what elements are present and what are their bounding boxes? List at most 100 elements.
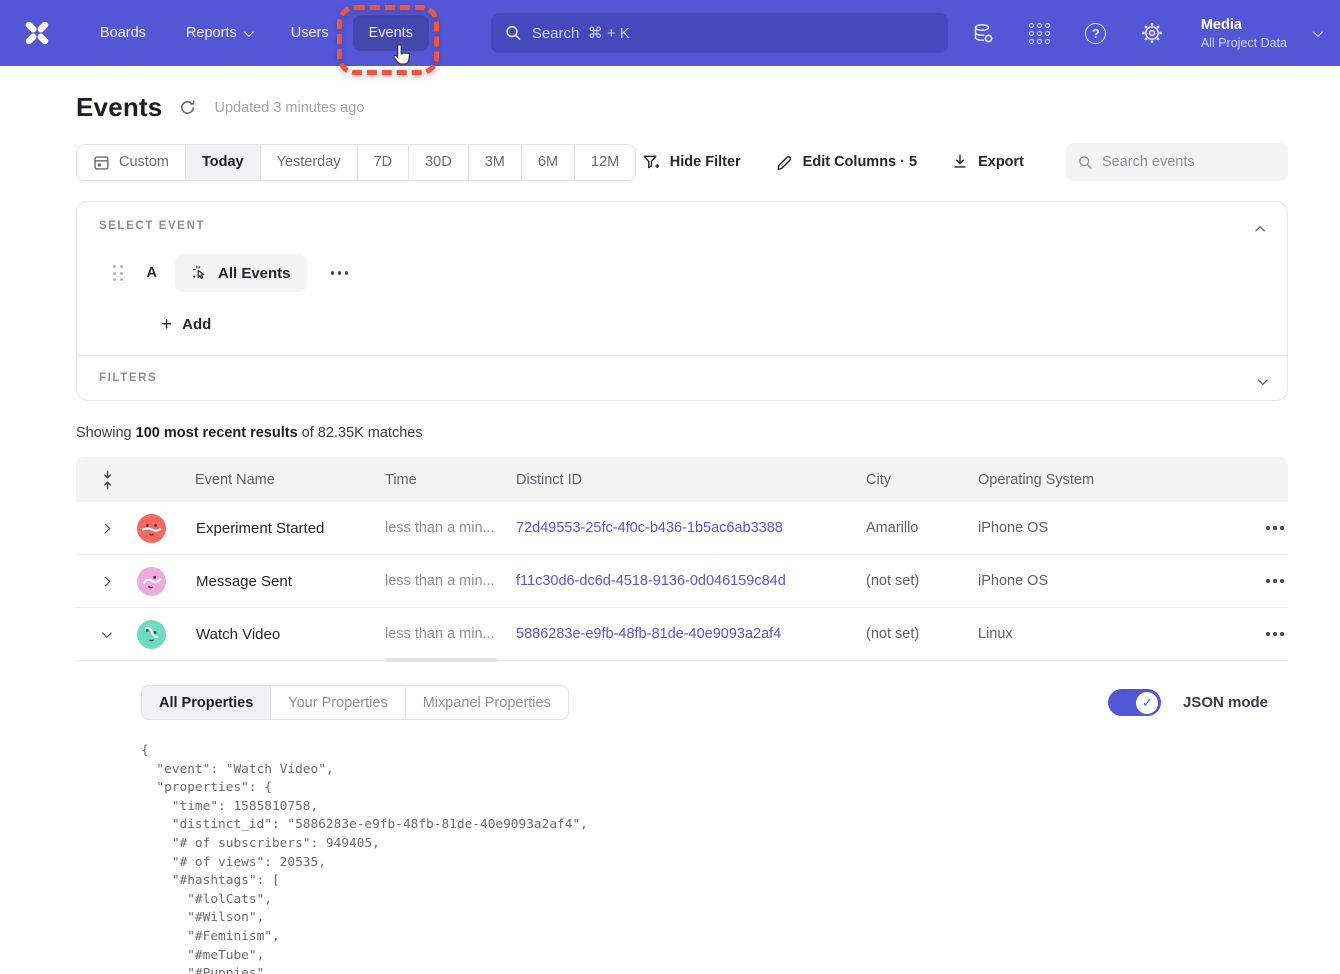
collapse-section-button[interactable] [1258, 220, 1265, 238]
expand-filters-button[interactable] [1258, 372, 1265, 390]
event-city: Amarillo [866, 520, 978, 536]
last-updated-text: Updated 3 minutes ago [214, 100, 364, 116]
distinct-id-link[interactable]: f11c30d6-dc6d-4518-9136-0d046159c84d [516, 573, 786, 589]
plus-icon: + [161, 318, 172, 332]
distinct-id-link[interactable]: 5886283e-e9fb-48fb-81de-40e9093a2af4 [516, 626, 781, 642]
row-menu-button[interactable] [1260, 520, 1290, 536]
event-row-letter: A [147, 265, 157, 281]
hide-filter-button[interactable]: Hide Filter [642, 153, 741, 172]
properties-tabs: All Properties Your Properties Mixpanel … [141, 685, 569, 720]
event-os: iPhone OS [978, 520, 1172, 536]
row-menu-button[interactable] [1260, 626, 1290, 642]
table-row: Message Sent less than a min... f11c30d6… [76, 555, 1288, 608]
event-time: less than a min... [385, 573, 516, 589]
filters-label: FILTERS [99, 372, 1265, 384]
event-city: (not set) [866, 626, 978, 642]
event-name: Watch Video [196, 626, 280, 643]
event-time: less than a min... [385, 520, 516, 536]
column-header-event-name[interactable]: Event Name [132, 472, 385, 488]
table-row-expanded: Watch Video less than a min... 5886283e-… [76, 608, 1288, 661]
distinct-id-link[interactable]: 72d49553-25fc-4f0c-b436-1b5ac6ab3388 [516, 520, 783, 536]
nav-item-users[interactable]: Users [275, 15, 345, 51]
navbar-right: ? Media All Project Data [971, 16, 1320, 51]
primary-nav: Boards Reports Users Events [84, 15, 429, 51]
table-header-row: Event Name Time Distinct ID City Operati… [76, 457, 1288, 502]
event-name: Message Sent [196, 573, 292, 590]
column-header-os[interactable]: Operating System [978, 472, 1172, 488]
tab-your-properties[interactable]: Your Properties [271, 686, 405, 719]
column-header-time[interactable]: Time [385, 472, 516, 488]
column-header-city[interactable]: City [866, 472, 978, 488]
event-picker-button[interactable]: All Events [175, 254, 307, 292]
row-menu-button[interactable] [1260, 573, 1290, 589]
expand-row-button[interactable] [76, 525, 132, 532]
nav-item-events[interactable]: Events [353, 15, 429, 51]
event-json-content: { "event": "Watch Video", "properties": … [141, 742, 1288, 974]
event-detail-panel: All Properties Your Properties Mixpanel … [76, 661, 1288, 974]
json-mode-toggle[interactable]: ✓ [1108, 689, 1161, 716]
column-header-distinct-id[interactable]: Distinct ID [516, 472, 866, 488]
refresh-icon[interactable] [178, 98, 198, 118]
event-name: Experiment Started [196, 520, 324, 537]
global-search-input[interactable] [532, 25, 934, 42]
mixpanel-logo-icon[interactable] [20, 16, 54, 50]
expand-collapse-all-icon[interactable] [76, 469, 132, 491]
tab-mixpanel-properties[interactable]: Mixpanel Properties [406, 686, 568, 719]
calendar-icon [93, 154, 110, 171]
global-search[interactable] [491, 13, 948, 53]
date-range-control: Custom Today Yesterday 7D 30D 3M 6M 12M [76, 144, 636, 181]
help-icon[interactable]: ? [1083, 20, 1109, 46]
chevron-down-icon [1313, 27, 1323, 37]
search-events-box[interactable] [1066, 143, 1288, 181]
edit-columns-button[interactable]: Edit Columns · 5 [775, 153, 917, 172]
search-events-input[interactable] [1102, 154, 1276, 170]
date-range-today[interactable]: Today [186, 145, 261, 180]
date-range-3m[interactable]: 3M [469, 145, 522, 180]
project-name: Media [1201, 16, 1287, 35]
event-avatar [137, 514, 166, 543]
event-os: Linux [978, 626, 1172, 642]
event-row-menu-button[interactable] [325, 265, 355, 281]
pencil-icon [775, 153, 794, 172]
project-scope: All Project Data [1201, 35, 1287, 51]
download-icon [951, 153, 969, 171]
event-avatar [137, 567, 166, 596]
search-icon [505, 24, 522, 42]
event-avatar [137, 620, 166, 649]
chevron-down-icon [244, 27, 254, 37]
date-range-12m[interactable]: 12M [575, 145, 635, 180]
event-selection-row: A All Events [99, 254, 1265, 292]
query-builder-card: SELECT EVENT A All Events [76, 201, 1288, 401]
event-city: (not set) [866, 573, 978, 589]
search-icon [1078, 154, 1093, 171]
event-time: less than a min... [385, 626, 516, 642]
date-range-7d[interactable]: 7D [358, 145, 410, 180]
date-range-custom[interactable]: Custom [77, 145, 186, 180]
data-management-icon[interactable] [971, 20, 997, 46]
project-selector[interactable]: Media All Project Data [1201, 16, 1320, 51]
table-toolbar: Hide Filter Edit Columns · 5 Export [642, 143, 1288, 181]
add-event-button[interactable]: + Add [161, 316, 1265, 333]
export-button[interactable]: Export [951, 153, 1024, 171]
nav-item-reports[interactable]: Reports [170, 15, 267, 51]
settings-gear-icon[interactable] [1139, 20, 1165, 46]
json-mode-label: JSON mode [1183, 694, 1268, 711]
date-range-yesterday[interactable]: Yesterday [261, 145, 358, 180]
magic-cursor-icon [191, 264, 209, 282]
collapse-row-button[interactable] [76, 631, 132, 638]
nav-item-boards[interactable]: Boards [84, 15, 162, 51]
events-table: Event Name Time Distinct ID City Operati… [76, 457, 1288, 974]
expand-row-button[interactable] [76, 578, 132, 585]
filter-funnel-icon [642, 153, 661, 172]
date-range-30d[interactable]: 30D [409, 145, 469, 180]
date-range-6m[interactable]: 6M [522, 145, 575, 180]
drag-handle[interactable] [113, 265, 123, 281]
apps-grid-icon[interactable] [1027, 20, 1053, 46]
toggle-check-icon: ✓ [1136, 692, 1158, 714]
event-os: iPhone OS [978, 573, 1172, 589]
table-row: Experiment Started less than a min... 72… [76, 502, 1288, 555]
top-navbar: Boards Reports Users Events [0, 0, 1340, 66]
page-title: Events [76, 92, 162, 123]
tab-all-properties[interactable]: All Properties [142, 686, 271, 719]
results-summary: Showing 100 most recent results of 82.35… [76, 425, 1288, 441]
